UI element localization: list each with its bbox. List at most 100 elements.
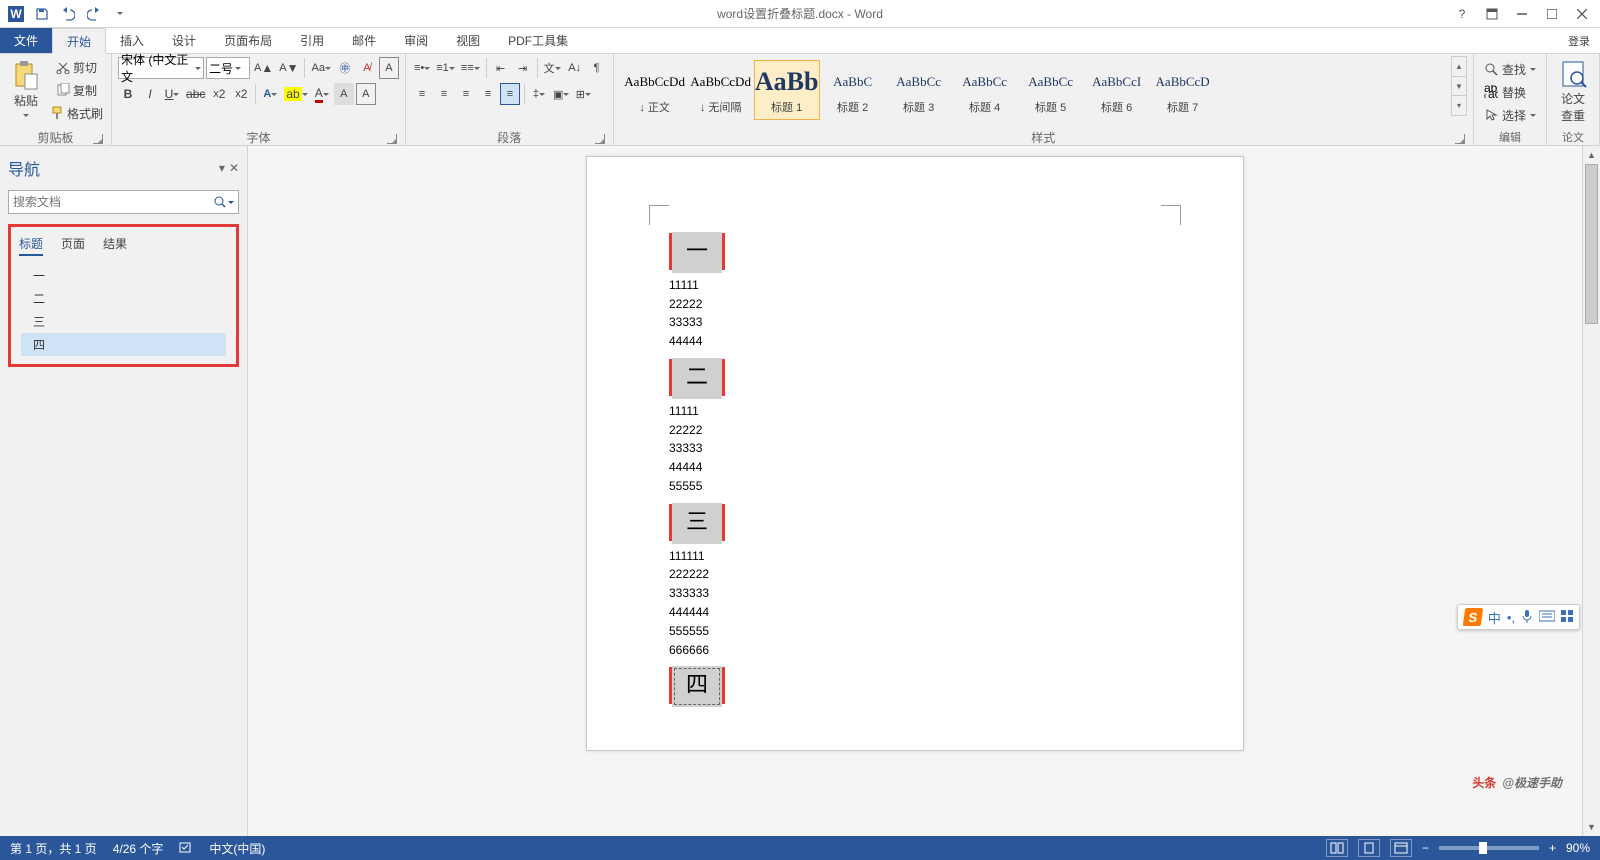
style-标题4[interactable]: AaBbCc标题 4 [952,60,1018,120]
tab-pdf[interactable]: PDF工具集 [494,28,582,53]
save-icon[interactable] [30,2,54,26]
borders-button[interactable]: ⊞ [573,83,593,105]
clear-formatting-button[interactable]: A̸ [357,57,377,79]
ime-lang[interactable]: 中 [1488,608,1501,627]
nav-close-icon[interactable]: ✕ [229,161,239,175]
body-line[interactable]: 22222 [669,295,1161,314]
nav-search[interactable] [8,190,239,214]
view-print-icon[interactable] [1358,839,1380,857]
zoom-out-icon[interactable]: − [1422,841,1429,855]
scroll-thumb[interactable] [1585,164,1598,324]
dialog-launcher-icon[interactable] [595,134,605,144]
text-direction-button[interactable]: 文 [542,57,563,79]
ime-logo-icon[interactable]: S [1463,608,1484,626]
gallery-scroll[interactable]: ▲▼▾ [1451,56,1467,116]
strikethrough-button[interactable]: abc [184,83,207,105]
ime-punct-icon[interactable]: •, [1507,610,1515,625]
bold-button[interactable]: B [118,83,138,105]
body-line[interactable]: 666666 [669,641,1161,660]
replace-button[interactable]: abac替换 [1480,81,1540,103]
dialog-launcher-icon[interactable] [1455,134,1465,144]
increase-indent-button[interactable]: ⇥ [513,57,533,79]
body-line[interactable]: 333333 [669,584,1161,603]
multilevel-button[interactable]: ≡≡ [459,57,482,79]
document-content[interactable]: 一11111222223333344444二111112222233333444… [669,233,1161,704]
change-case-button[interactable]: Aa [309,57,332,79]
ime-keyboard-icon[interactable] [1539,610,1555,625]
minimize-icon[interactable] [1508,3,1536,25]
undo-icon[interactable] [56,2,80,26]
shrink-font-button[interactable]: A▼ [277,57,300,79]
nav-tab-pages[interactable]: 页面 [61,235,85,256]
style-标题6[interactable]: AaBbCcI标题 6 [1084,60,1150,120]
char-shading-button[interactable]: A [334,83,354,105]
tab-file[interactable]: 文件 [0,28,52,53]
ime-menu-icon[interactable] [1561,610,1573,625]
tab-view[interactable]: 视图 [442,28,494,53]
nav-heading-item[interactable]: 四 [21,333,226,356]
body-line[interactable]: 33333 [669,439,1161,458]
search-input[interactable] [13,195,214,209]
bullets-button[interactable]: ≡• [412,57,432,79]
underline-button[interactable]: U [162,83,182,105]
view-read-icon[interactable] [1326,839,1348,857]
scroll-down-icon[interactable]: ▼ [1583,818,1600,836]
body-line[interactable]: 22222 [669,421,1161,440]
italic-button[interactable]: I [140,83,160,105]
body-line[interactable]: 55555 [669,477,1161,496]
status-language[interactable]: 中文(中国) [209,840,265,857]
zoom-in-icon[interactable]: + [1549,841,1556,855]
close-icon[interactable] [1568,3,1596,25]
tab-mailings[interactable]: 邮件 [338,28,390,53]
view-web-icon[interactable] [1390,839,1412,857]
nav-heading-item[interactable]: 一 [21,264,226,287]
shading-button[interactable]: ▣ [551,83,571,105]
body-line[interactable]: 11111 [669,276,1161,295]
show-marks-button[interactable]: ¶ [587,57,607,79]
dialog-launcher-icon[interactable] [93,134,103,144]
status-words[interactable]: 4/26 个字 [113,840,164,857]
ime-mic-icon[interactable] [1521,609,1533,626]
ime-toolbar[interactable]: S 中 •, [1457,604,1580,630]
char-border-button[interactable]: A [356,83,376,105]
body-line[interactable]: 444444 [669,603,1161,622]
line-spacing-button[interactable]: ‡ [529,83,549,105]
scroll-track[interactable] [1583,164,1600,818]
select-button[interactable]: 选择 [1480,104,1540,126]
tab-insert[interactable]: 插入 [106,28,158,53]
zoom-level[interactable]: 90% [1566,841,1590,855]
text-effects-button[interactable]: A [260,83,280,105]
body-line[interactable]: 555555 [669,622,1161,641]
tab-design[interactable]: 设计 [158,28,210,53]
style-标题5[interactable]: AaBbCc标题 5 [1018,60,1084,120]
nav-tab-results[interactable]: 结果 [103,235,127,256]
font-color-button[interactable]: A [312,83,332,105]
heading-text[interactable]: 三 [672,503,722,544]
superscript-button[interactable]: x2 [231,83,251,105]
redo-icon[interactable] [82,2,106,26]
enclose-char-button[interactable]: A [379,57,399,79]
nav-heading-item[interactable]: 三 [21,310,226,333]
nav-heading-item[interactable]: 二 [21,287,226,310]
search-icon[interactable] [214,196,234,208]
dialog-launcher-icon[interactable] [387,134,397,144]
status-page[interactable]: 第 1 页，共 1 页 [10,840,97,857]
zoom-slider[interactable] [1439,846,1539,850]
maximize-icon[interactable] [1538,3,1566,25]
heading-text[interactable]: 二 [672,358,722,399]
thesis-check-button[interactable]: 论文 查重 [1553,56,1593,128]
style-标题2[interactable]: AaBbC标题 2 [820,60,886,120]
grow-font-button[interactable]: A▲ [252,57,275,79]
body-line[interactable]: 44444 [669,332,1161,351]
scroll-up-icon[interactable]: ▲ [1583,146,1600,164]
decrease-indent-button[interactable]: ⇤ [491,57,511,79]
style-标题7[interactable]: AaBbCcD标题 7 [1150,60,1216,120]
body-line[interactable]: 222222 [669,565,1161,584]
phonetic-guide-button[interactable]: ㊥ [335,57,355,79]
find-button[interactable]: 查找 [1480,58,1540,80]
heading-text[interactable]: 一 [672,232,722,273]
numbering-button[interactable]: ≡1 [434,57,457,79]
vertical-scrollbar[interactable]: ▲ ▼ [1582,146,1600,836]
font-name-combo[interactable]: 宋体 (中文正文 [118,57,204,79]
tab-home[interactable]: 开始 [52,28,106,54]
